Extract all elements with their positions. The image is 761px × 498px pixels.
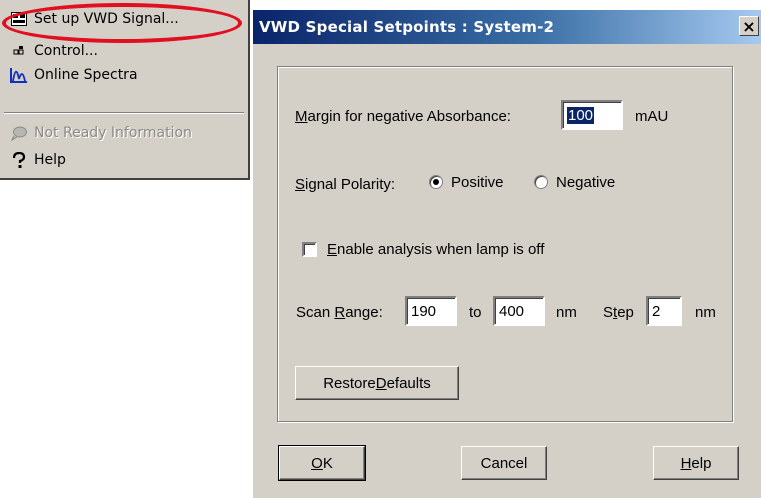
menu-item-online-spectra[interactable]: Online Spectra [0,62,138,88]
close-icon: × [742,16,756,36]
help-button[interactable]: Help [653,446,739,480]
help-icon [10,151,28,169]
vwd-special-setpoints-dialog: VWD Special Setpoints : System-2 × Margi… [252,10,761,498]
cancel-button[interactable]: Cancel [461,446,547,480]
context-menu: Set up VWD Signal... Control... Online S… [0,0,250,180]
polarity-negative-label[interactable]: Negative [556,174,615,191]
step-label: Step [603,304,634,321]
signal-polarity-label: Signal Polarity: [295,176,396,193]
enable-analysis-label[interactable]: Enable analysis when lamp is off [327,241,544,258]
menu-item-not-ready-information: Not Ready Information [0,120,192,146]
scan-range-to-input[interactable]: 400 [493,296,545,326]
margin-label: Margin for negative Absorbance: [295,108,511,125]
scan-range-label: Scan Range: [296,304,383,321]
title-bar: VWD Special Setpoints : System-2 × [253,10,761,44]
spectra-icon [10,66,28,84]
menu-item-control[interactable]: Control... [0,38,98,64]
scan-range-unit: nm [556,304,577,321]
margin-input[interactable]: 100 [561,100,623,130]
polarity-positive-radio[interactable] [429,175,443,189]
scan-range-to-label: to [469,304,482,321]
control-icon [10,42,28,60]
polarity-negative-radio[interactable] [534,175,548,189]
dialog-title: VWD Special Setpoints : System-2 [259,18,555,36]
menu-item-label: Set up VWD Signal... [34,11,179,27]
menu-separator [4,112,244,114]
margin-unit: mAU [635,108,669,125]
signal-setup-icon [10,10,28,28]
close-button[interactable]: × [739,16,759,36]
step-unit: nm [695,304,716,321]
step-input[interactable]: 2 [646,296,682,326]
radio-selected-dot [433,179,439,185]
enable-analysis-checkbox[interactable] [302,242,317,257]
not-ready-icon [10,124,28,142]
menu-item-label: Online Spectra [34,67,138,83]
ok-button[interactable]: OK [278,445,366,481]
menu-item-label: Control... [34,43,98,59]
restore-defaults-button[interactable]: Restore Defaults [295,366,459,400]
polarity-positive-label[interactable]: Positive [451,174,504,191]
menu-item-setup-vwd-signal[interactable]: Set up VWD Signal... [0,6,179,32]
menu-item-help[interactable]: Help [0,147,66,173]
menu-item-label: Help [34,152,66,168]
scan-range-from-input[interactable]: 190 [405,296,457,326]
menu-item-label: Not Ready Information [34,125,192,141]
